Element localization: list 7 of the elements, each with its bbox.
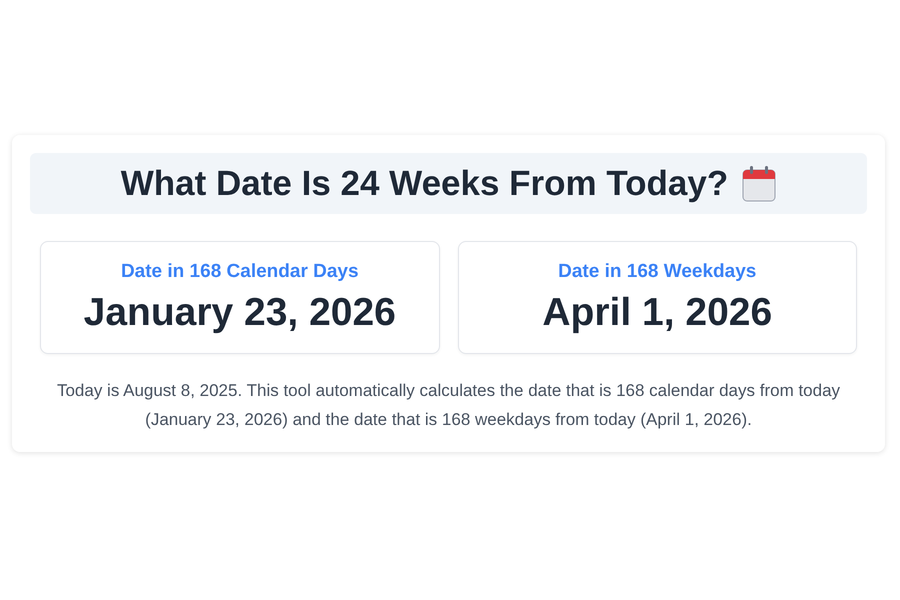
result-date: January 23, 2026	[84, 290, 396, 334]
page-title: What Date Is 24 Weeks From Today?	[120, 164, 728, 204]
result-label: Date in 168 Calendar Days	[120, 260, 359, 282]
result-date: April 1, 2026	[542, 290, 772, 334]
description-text: Today is August 8, 2025. This tool automatically calculates the date that is 168 calendar days from today (January 23, 2026) and the date that is 168 weekdays from today (April 1, 2026).	[56, 380, 842, 431]
result-label: Date in 168 Weekdays	[558, 260, 756, 282]
calendar-icon	[742, 166, 776, 202]
